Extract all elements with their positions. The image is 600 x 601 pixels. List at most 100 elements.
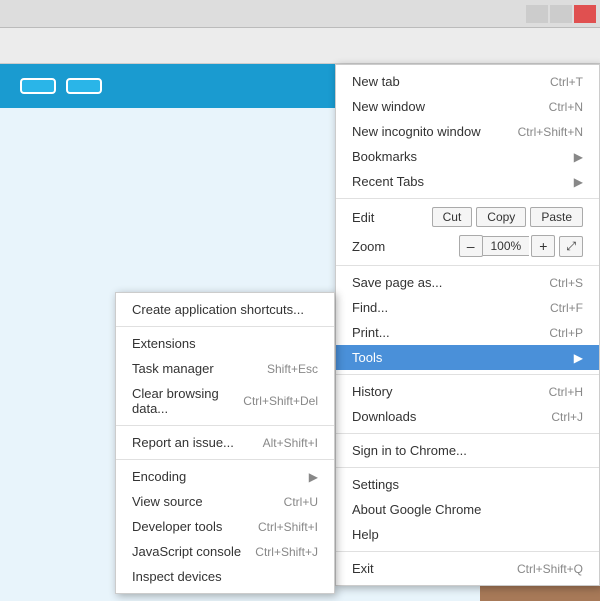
menu-separator xyxy=(336,433,599,434)
menu-shortcut: Ctrl+N xyxy=(549,100,583,114)
menu-item-help[interactable]: Help xyxy=(336,522,599,547)
tools-submenu-separator xyxy=(116,459,334,460)
tools-item-label: JavaScript console xyxy=(132,544,255,559)
tools-submenu: Create application shortcuts... Extensio… xyxy=(115,292,335,594)
tools-item-shortcut: Ctrl+Shift+J xyxy=(255,545,318,559)
zoom-in-button[interactable]: + xyxy=(531,235,555,257)
edit-label: Edit xyxy=(352,210,428,225)
tools-submenu-item[interactable]: Extensions xyxy=(116,331,334,356)
tools-submenu-item[interactable]: Clear browsing data... Ctrl+Shift+Del xyxy=(116,381,334,421)
submenu-arrow-icon: ▶ xyxy=(574,150,583,164)
menu-item-new-tab[interactable]: New tab Ctrl+T xyxy=(336,69,599,94)
menu-item-label: New window xyxy=(352,99,549,114)
cut-button[interactable]: Cut xyxy=(432,207,473,227)
tools-submenu-item[interactable]: View source Ctrl+U xyxy=(116,489,334,514)
tools-item-label: Clear browsing data... xyxy=(132,386,243,416)
chrome-menu: New tab Ctrl+T New window Ctrl+N New inc… xyxy=(335,64,600,586)
tools-item-label: Report an issue... xyxy=(132,435,263,450)
menu-item-settings[interactable]: Settings xyxy=(336,472,599,497)
tools-submenu-item[interactable]: Report an issue... Alt+Shift+I xyxy=(116,430,334,455)
bookmark-star-icon[interactable] xyxy=(530,32,558,60)
tools-item-label: Create application shortcuts... xyxy=(132,302,318,317)
menu-item-save-page-as[interactable]: Save page as... Ctrl+S xyxy=(336,270,599,295)
menu-item-about-google-chrome[interactable]: About Google Chrome xyxy=(336,497,599,522)
zoom-value: 100% xyxy=(483,236,530,256)
menu-item-bookmarks[interactable]: Bookmarks ▶ xyxy=(336,144,599,169)
minimize-button[interactable] xyxy=(526,5,548,23)
tools-submenu-separator xyxy=(116,326,334,327)
menu-item-exit[interactable]: Exit Ctrl+Shift+Q xyxy=(336,556,599,581)
menu-shortcut: Ctrl+T xyxy=(550,75,583,89)
menu-separator xyxy=(336,198,599,199)
menu-item-new-incognito-window[interactable]: New incognito window Ctrl+Shift+N xyxy=(336,119,599,144)
menu-shortcut: Ctrl+Shift+Q xyxy=(517,562,583,576)
tools-item-label: Extensions xyxy=(132,336,318,351)
menu-shortcut: Ctrl+H xyxy=(549,385,583,399)
tools-submenu-item[interactable]: Task manager Shift+Esc xyxy=(116,356,334,381)
menu-item-label: Tools xyxy=(352,350,574,365)
menu-item-print[interactable]: Print... Ctrl+P xyxy=(336,320,599,345)
menu-shortcut: Ctrl+S xyxy=(549,276,583,290)
chrome-menu-icon[interactable] xyxy=(564,32,592,60)
menu-item-label: Help xyxy=(352,527,583,542)
tools-item-label: View source xyxy=(132,494,284,509)
edit-row: Edit Cut Copy Paste xyxy=(336,203,599,231)
menu-shortcut: Ctrl+P xyxy=(549,326,583,340)
menu-shortcut: Ctrl+Shift+N xyxy=(518,125,583,139)
tools-item-label: Inspect devices xyxy=(132,569,318,584)
menu-shortcut: Ctrl+F xyxy=(550,301,583,315)
menu-separator xyxy=(336,374,599,375)
tools-submenu-item[interactable]: Inspect devices xyxy=(116,564,334,589)
menu-item-label: Downloads xyxy=(352,409,551,424)
tools-item-shortcut: Shift+Esc xyxy=(267,362,318,376)
browser-window: Create application shortcuts... Extensio… xyxy=(0,0,600,601)
copy-button[interactable]: Copy xyxy=(476,207,526,227)
tools-item-shortcut: Alt+Shift+I xyxy=(263,436,318,450)
submenu-arrow-icon: ▶ xyxy=(574,175,583,189)
menu-item-label: Find... xyxy=(352,300,550,315)
menu-item-label: Exit xyxy=(352,561,517,576)
menu-separator xyxy=(336,467,599,468)
tools-submenu-item[interactable]: Encoding ▶ xyxy=(116,464,334,489)
tools-submenu-item[interactable]: JavaScript console Ctrl+Shift+J xyxy=(116,539,334,564)
featured-coupons-button[interactable] xyxy=(66,78,102,94)
menu-item-label: Bookmarks xyxy=(352,149,574,164)
tools-item-label: Encoding xyxy=(132,469,309,484)
menu-item-label: New tab xyxy=(352,74,550,89)
menu-item-label: New incognito window xyxy=(352,124,518,139)
menu-item-label: History xyxy=(352,384,549,399)
tools-submenu-item[interactable]: Create application shortcuts... xyxy=(116,297,334,322)
zoom-fullscreen-button[interactable]: ⤢ xyxy=(559,236,583,257)
menu-separator xyxy=(336,551,599,552)
menu-item-label: Recent Tabs xyxy=(352,174,574,189)
close-button[interactable] xyxy=(574,5,596,23)
how-it-works-button[interactable] xyxy=(20,78,56,94)
tools-submenu-item[interactable]: Developer tools Ctrl+Shift+I xyxy=(116,514,334,539)
tools-submenu-separator xyxy=(116,425,334,426)
menu-item-history[interactable]: History Ctrl+H xyxy=(336,379,599,404)
menu-item-downloads[interactable]: Downloads Ctrl+J xyxy=(336,404,599,429)
menu-item-label: Sign in to Chrome... xyxy=(352,443,583,458)
tools-item-label: Task manager xyxy=(132,361,267,376)
menu-separator xyxy=(336,265,599,266)
menu-item-sign-in-to-chrome[interactable]: Sign in to Chrome... xyxy=(336,438,599,463)
menu-item-recent-tabs[interactable]: Recent Tabs ▶ xyxy=(336,169,599,194)
tools-item-shortcut: Ctrl+Shift+Del xyxy=(243,394,318,408)
submenu-arrow-icon: ▶ xyxy=(574,351,583,365)
menu-item-label: About Google Chrome xyxy=(352,502,583,517)
zoom-row: Zoom – 100% + ⤢ xyxy=(336,231,599,261)
title-bar xyxy=(0,0,600,28)
menu-item-label: Settings xyxy=(352,477,583,492)
zoom-out-button[interactable]: – xyxy=(459,235,483,257)
menu-item-find[interactable]: Find... Ctrl+F xyxy=(336,295,599,320)
menu-item-new-window[interactable]: New window Ctrl+N xyxy=(336,94,599,119)
tools-item-arrow-icon: ▶ xyxy=(309,470,318,484)
menu-item-label: Print... xyxy=(352,325,549,340)
paste-button[interactable]: Paste xyxy=(530,207,583,227)
menu-item-tools[interactable]: Tools ▶ xyxy=(336,345,599,370)
tools-item-shortcut: Ctrl+Shift+I xyxy=(258,520,318,534)
browser-toolbar xyxy=(0,28,600,64)
zoom-label: Zoom xyxy=(352,239,457,254)
maximize-button[interactable] xyxy=(550,5,572,23)
tools-item-label: Developer tools xyxy=(132,519,258,534)
